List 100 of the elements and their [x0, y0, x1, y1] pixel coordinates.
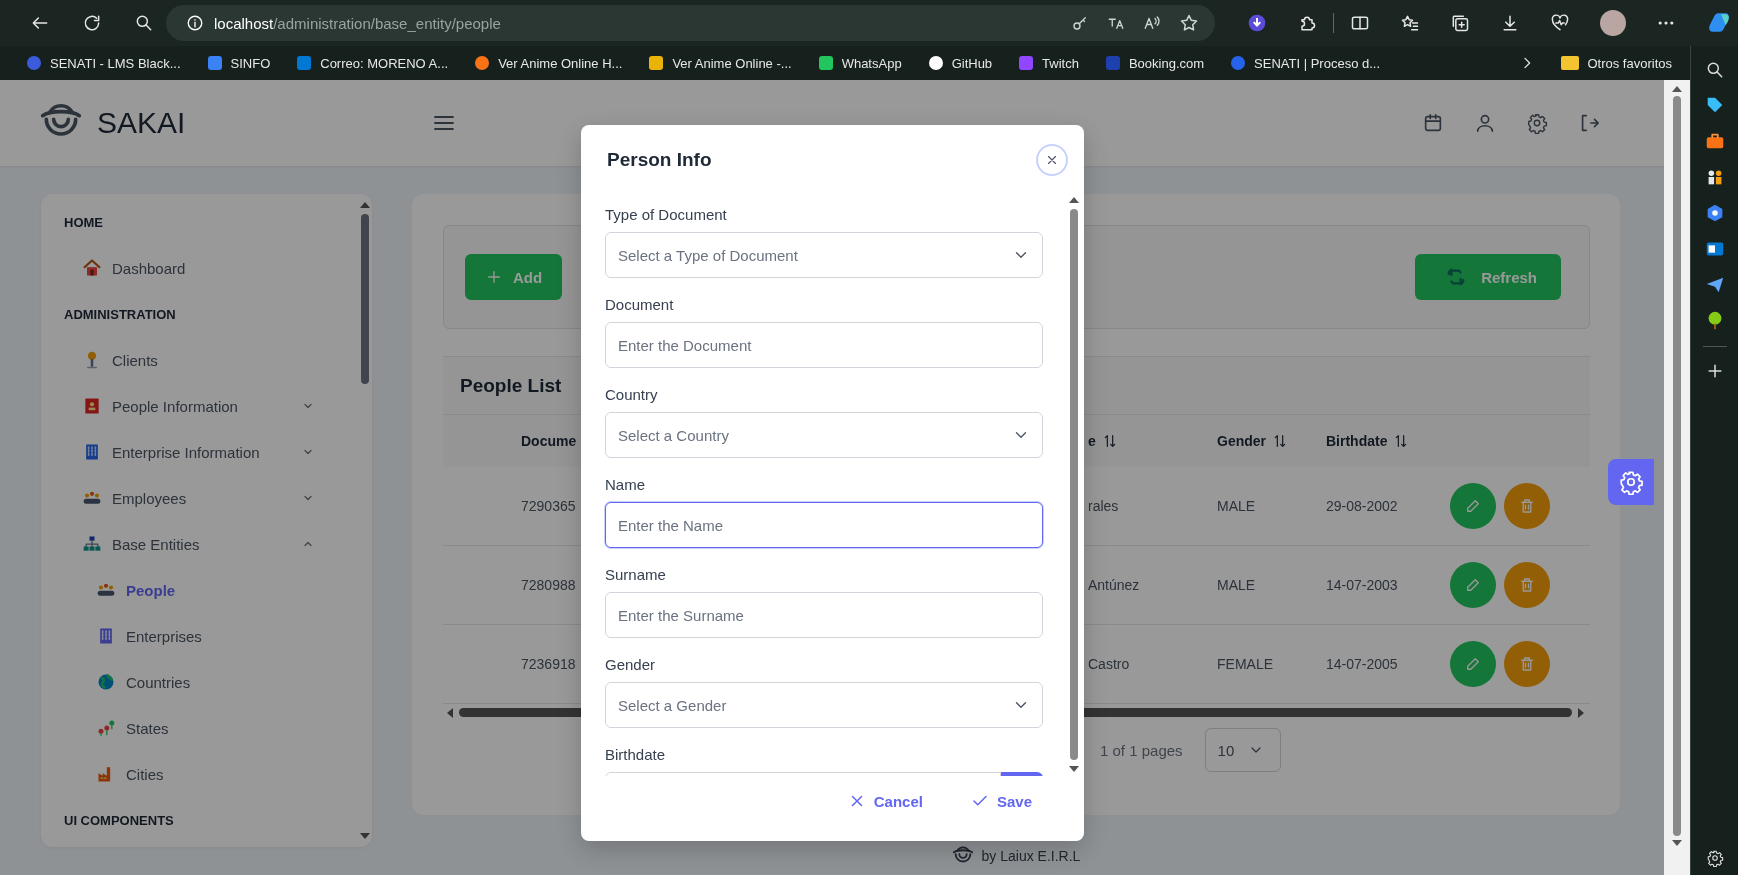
site-icon [206, 55, 223, 71]
site-icon [296, 55, 313, 71]
sidebar-item[interactable]: Enterprises [64, 613, 314, 659]
field-label: Document [605, 295, 675, 315]
field-label: Type of Document [605, 205, 728, 225]
bookmark-folder[interactable]: Otros favoritos [1561, 55, 1672, 71]
pencil-icon [1464, 576, 1482, 594]
field-label: Country [605, 385, 659, 405]
download-badge-icon[interactable] [1247, 13, 1267, 33]
table-cell-text: MALE [1217, 577, 1257, 593]
settings-icon[interactable] [1705, 849, 1724, 867]
page-summary: 1 of 1 pages [1100, 741, 1183, 759]
bookmark[interactable]: Ver Anime Online -... [648, 55, 792, 71]
calendar-icon[interactable] [1422, 112, 1444, 134]
close-icon [1045, 153, 1059, 167]
field-label: Birthdate [605, 745, 667, 765]
sidebar-item[interactable]: Enterprise Information [64, 429, 314, 475]
site-icon [474, 55, 491, 71]
star-icon[interactable] [1179, 13, 1199, 33]
bookmark[interactable]: Ver Anime Online H... [474, 55, 623, 71]
sort-icon [1272, 433, 1288, 449]
bookmark[interactable]: Booking.com [1104, 55, 1205, 71]
site-icon [648, 55, 665, 71]
table-cell-text: Castro [1088, 656, 1131, 672]
user-icon[interactable] [1474, 112, 1496, 134]
key-icon[interactable] [1071, 14, 1089, 32]
table-cell-text: rales [1088, 498, 1120, 514]
collections-icon[interactable] [1450, 13, 1470, 33]
table-cell-text: 14-07-2003 [1326, 577, 1399, 593]
table-cell-text: 7280988 [521, 577, 577, 593]
dropdown[interactable]: Select a Type of Document [605, 232, 1043, 278]
brand-name: SAKAI [97, 106, 186, 140]
site-icon [1104, 55, 1121, 71]
sidebar-item[interactable]: People Information [64, 383, 314, 429]
table-cell-text: 14-07-2005 [1326, 656, 1399, 672]
section-heading: ADMINISTRATION [64, 305, 177, 324]
bookmark[interactable]: Correo: MORENO A... [296, 55, 449, 71]
input-field[interactable]: Enter the Name [605, 502, 1043, 548]
site-icon [927, 55, 944, 71]
footer-text: by Laiux E.I.R.L [981, 848, 1081, 864]
trash-icon [1518, 655, 1536, 673]
column-header[interactable]: Birthdate [1326, 433, 1450, 449]
table-cell-text: 29-08-2002 [1326, 498, 1399, 514]
pencil-icon [1464, 497, 1482, 515]
dropdown[interactable]: Select a Country [605, 412, 1043, 458]
cancel-button[interactable]: Cancel [847, 788, 923, 814]
sidebar-item[interactable]: Base Entities [64, 521, 314, 567]
plus-icon [485, 268, 503, 286]
table-cell-text: 7236918 [521, 656, 577, 672]
dialog-title: Person Info [607, 149, 712, 171]
org-chart-icon [82, 534, 102, 554]
trash-icon [1518, 497, 1536, 515]
house-icon [82, 258, 102, 278]
field-label: Name [605, 475, 646, 495]
site-icon [1230, 55, 1247, 71]
bookmark[interactable]: WhatsApp [817, 55, 902, 71]
trash-icon [1518, 576, 1536, 594]
heart-pulse-icon[interactable] [1550, 13, 1570, 33]
sidebar-item[interactable]: Cities [64, 751, 314, 797]
save-button[interactable]: Save [970, 788, 1032, 814]
field-label: Surname [605, 565, 667, 585]
contact-book-icon [82, 396, 102, 416]
section-heading: UI COMPONENTS [64, 811, 175, 830]
sidebar-item[interactable]: Dashboard [64, 245, 314, 291]
reload-icon[interactable] [82, 13, 102, 33]
dropdown[interactable]: Select a Gender [605, 682, 1043, 728]
settings-button[interactable] [1608, 459, 1654, 505]
bookmark[interactable]: SENATI - LMS Black... [26, 55, 181, 71]
bookmark[interactable]: SENATI | Proceso d... [1230, 55, 1381, 71]
site-icon [26, 55, 42, 71]
site-icon [817, 55, 834, 71]
table-cell-text: FEMALE [1217, 656, 1274, 672]
profile-avatar[interactable] [1600, 10, 1626, 36]
column-header[interactable]: Gender [1217, 433, 1326, 449]
read-aloud-icon[interactable] [1143, 14, 1161, 32]
column-header[interactable]: Docume [521, 433, 583, 449]
sidebar-item[interactable]: People [64, 567, 314, 613]
pins-icon [96, 718, 116, 738]
page-scrollbar[interactable] [1664, 80, 1690, 875]
download-icon[interactable] [1500, 13, 1520, 33]
search-icon[interactable] [134, 13, 154, 33]
favorites-icon[interactable] [1400, 13, 1420, 33]
address-bar[interactable]: localhost/administration/base_entity/people [166, 5, 1215, 41]
bookmark[interactable]: Twitch [1018, 55, 1079, 71]
site-icon [1018, 55, 1035, 71]
pencil-icon [1464, 655, 1482, 673]
table-cell-text: MALE [1217, 498, 1257, 514]
column-header[interactable]: e [1088, 433, 1217, 449]
bookmark[interactable]: GitHub [927, 55, 993, 71]
sidebar-item[interactable]: Clients [64, 337, 314, 383]
bookmark[interactable]: SINFO [206, 55, 271, 71]
folder-icon [1561, 56, 1580, 70]
split-screen-icon[interactable] [1350, 13, 1370, 33]
rows-per-page-dropdown[interactable]: 10 [1204, 728, 1281, 772]
settings-icon [1618, 469, 1644, 495]
sidebar-item[interactable]: Employees [64, 475, 314, 521]
sidebar-item[interactable]: Countries [64, 659, 314, 705]
table-cell-text: Antúnez [1088, 577, 1141, 593]
field-label: Gender [605, 655, 657, 675]
sidebar-item[interactable]: States [64, 705, 314, 751]
